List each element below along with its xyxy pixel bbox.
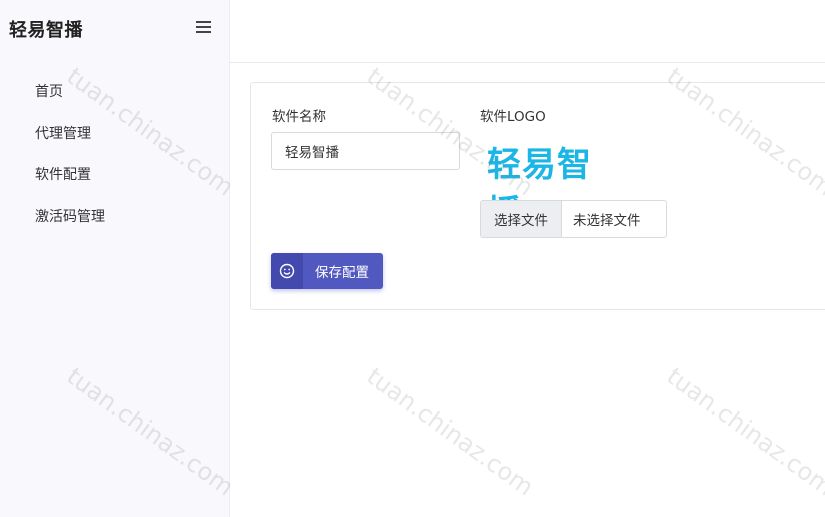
brand-title: 轻易智播: [9, 20, 83, 41]
smiley-icon: [271, 253, 303, 289]
software-name-input[interactable]: [271, 132, 460, 170]
config-card: 软件名称 软件LOGO 轻易智播 选择文件 未选择文件 保存配置: [250, 82, 825, 310]
sidebar-item-software-config[interactable]: 软件配置: [0, 155, 230, 197]
watermark: tuan.chinaz.com: [361, 362, 539, 502]
sidebar-item-agent-management[interactable]: 代理管理: [0, 114, 230, 156]
app-root: 轻易智播 首页 代理管理 软件配置 激活码管理 软件名称 软件LOGO 轻易智播…: [0, 0, 825, 517]
save-config-button[interactable]: 保存配置: [271, 253, 383, 289]
software-logo-label: 软件LOGO: [480, 109, 546, 125]
sidebar-item-activation-codes[interactable]: 激活码管理: [0, 197, 230, 239]
logo-image: 轻易智播: [487, 141, 617, 233]
file-status-text: 未选择文件: [573, 213, 641, 229]
sidebar: 轻易智播 首页 代理管理 软件配置 激活码管理: [0, 0, 230, 517]
sidebar-nav: 首页 代理管理 软件配置 激活码管理: [0, 72, 230, 238]
save-config-label: 保存配置: [315, 265, 369, 280]
sidebar-item-home[interactable]: 首页: [0, 72, 230, 114]
top-header: [230, 0, 825, 63]
logo-file-input[interactable]: 选择文件 未选择文件: [480, 200, 667, 238]
software-name-label: 软件名称: [272, 109, 326, 125]
choose-file-button[interactable]: 选择文件: [481, 201, 562, 237]
sidebar-header: 轻易智播: [0, 0, 230, 56]
hamburger-menu-icon[interactable]: [195, 19, 213, 35]
watermark: tuan.chinaz.com: [661, 362, 825, 502]
